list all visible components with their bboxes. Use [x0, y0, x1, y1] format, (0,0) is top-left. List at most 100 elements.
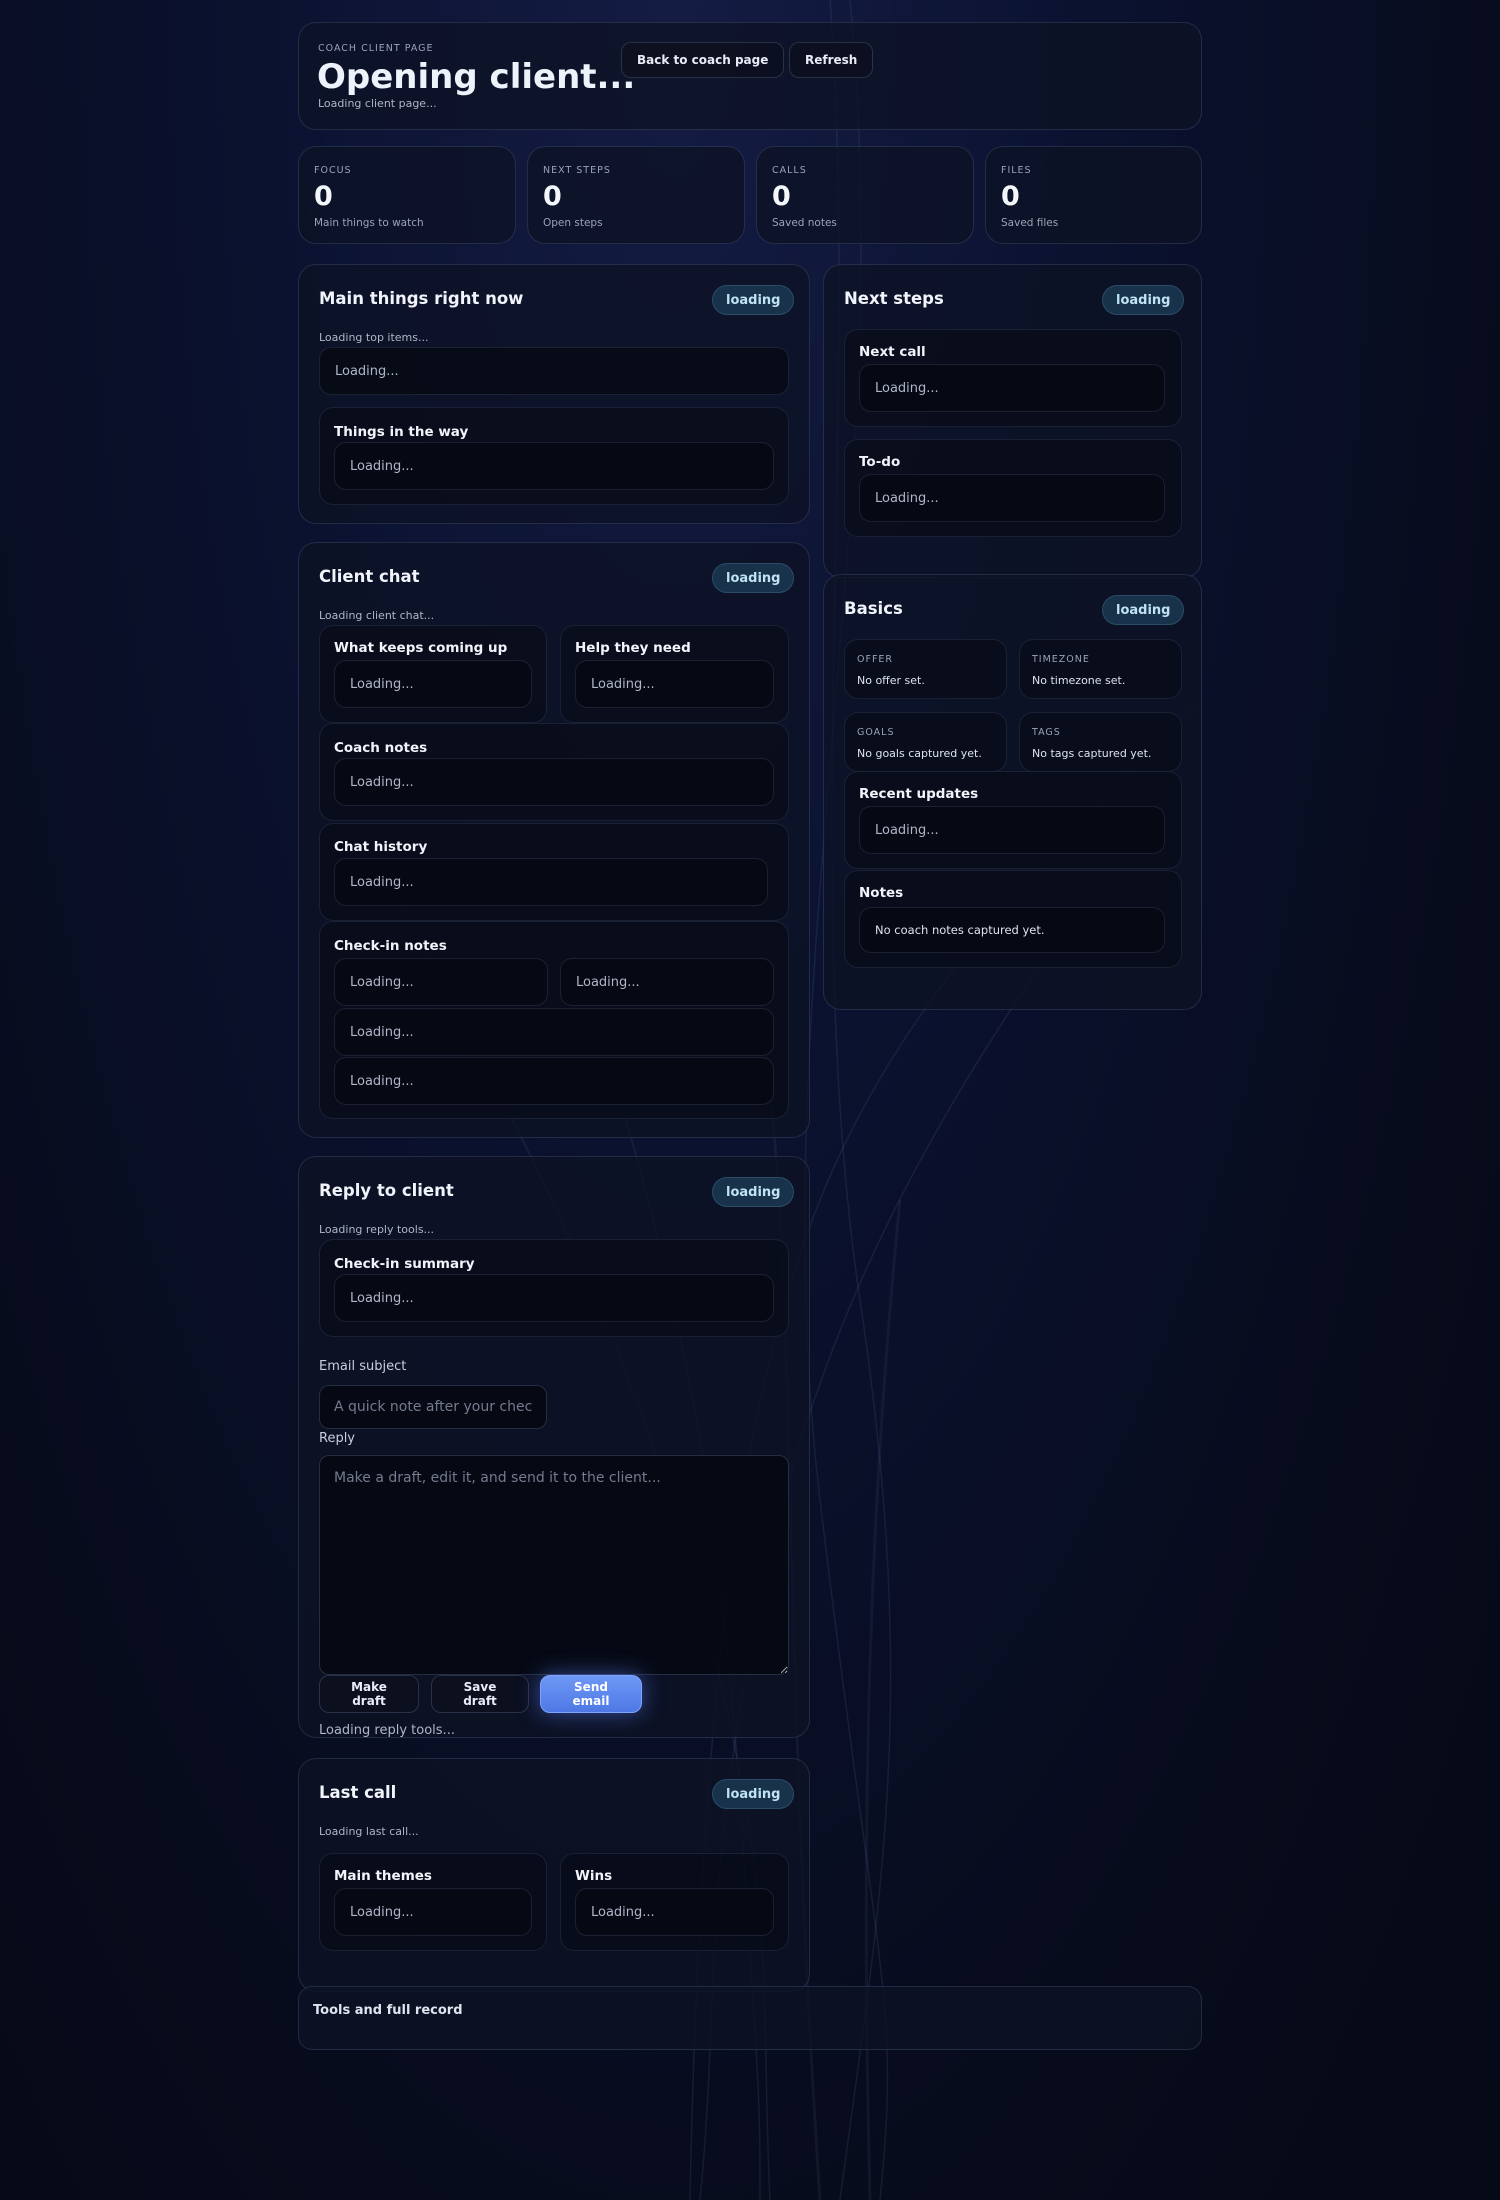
- checkin-summary-section: Check-in summary Loading...: [319, 1239, 789, 1337]
- next-steps-panel: Next steps loading Next call Loading... …: [823, 264, 1202, 578]
- stat-value: 0: [314, 181, 333, 212]
- chat-history-title: Chat history: [334, 839, 428, 855]
- recent-updates-section: Recent updates Loading...: [844, 771, 1182, 869]
- send-email-button[interactable]: Send email: [540, 1675, 642, 1713]
- keeps-coming-up-box: Loading...: [334, 660, 532, 708]
- keeps-coming-up-title: What keeps coming up: [334, 640, 508, 656]
- reply-status: Loading reply tools...: [319, 1223, 435, 1236]
- recent-updates-box: Loading...: [859, 806, 1165, 854]
- coach-notes-title: Coach notes: [334, 740, 428, 756]
- stat-caption: Open steps: [543, 217, 603, 229]
- stat-value: 0: [772, 181, 791, 212]
- checkin-notes-title: Check-in notes: [334, 938, 447, 954]
- goals-label: GOALS: [857, 727, 895, 738]
- status-badge: loading: [712, 285, 795, 315]
- main-themes-title: Main themes: [334, 1868, 432, 1884]
- notes-box: No coach notes captured yet.: [859, 907, 1165, 953]
- recent-updates-title: Recent updates: [859, 786, 979, 802]
- next-call-title: Next call: [859, 344, 926, 360]
- stat-label: NEXT STEPS: [543, 165, 611, 176]
- main-things-status: Loading top items...: [319, 331, 429, 344]
- checkin-summary-box: Loading...: [334, 1274, 774, 1322]
- reply-panel: Reply to client loading Loading reply to…: [298, 1156, 810, 1738]
- stat-value: 0: [1001, 181, 1020, 212]
- reply-textarea[interactable]: [319, 1455, 789, 1675]
- chat-history-box: Loading...: [334, 858, 768, 906]
- main-things-title: Main things right now: [319, 289, 524, 308]
- status-badge: loading: [1102, 595, 1185, 625]
- status-badge: loading: [712, 1779, 795, 1809]
- make-draft-button[interactable]: Make draft: [319, 1675, 419, 1713]
- offer-value: No offer set.: [857, 674, 925, 687]
- tools-full-record-toggle[interactable]: Tools and full record: [298, 1986, 1202, 2050]
- notes-title: Notes: [859, 885, 904, 901]
- page-title: Opening client...: [317, 57, 636, 97]
- last-call-title: Last call: [319, 1783, 397, 1802]
- basics-panel: Basics loading OFFER No offer set. TIMEZ…: [823, 574, 1202, 1010]
- email-subject-label: Email subject: [319, 1359, 407, 1374]
- help-they-need-section: Help they need Loading...: [560, 625, 789, 723]
- stat-card-next-steps: NEXT STEPS 0 Open steps: [527, 146, 745, 244]
- timezone-value: No timezone set.: [1032, 674, 1126, 687]
- wins-box: Loading...: [575, 1888, 774, 1936]
- reply-label: Reply: [319, 1431, 356, 1446]
- email-subject-input[interactable]: [319, 1385, 547, 1429]
- stat-card-focus: FOCUS 0 Main things to watch: [298, 146, 516, 244]
- goals-card: GOALS No goals captured yet.: [844, 712, 1007, 772]
- coach-notes-section: Coach notes Loading...: [319, 723, 789, 821]
- offer-card: OFFER No offer set.: [844, 639, 1007, 699]
- client-chat-status: Loading client chat...: [319, 609, 435, 622]
- checkin-note-box: Loading...: [560, 958, 774, 1006]
- todo-title: To-do: [859, 454, 901, 470]
- back-to-coach-button[interactable]: Back to coach page: [621, 42, 785, 78]
- stat-caption: Main things to watch: [314, 217, 424, 229]
- page-kicker: COACH CLIENT PAGE: [318, 43, 434, 54]
- tags-label: TAGS: [1032, 727, 1061, 738]
- coach-notes-box: Loading...: [334, 758, 774, 806]
- stat-card-files: FILES 0 Saved files: [985, 146, 1202, 244]
- basics-title: Basics: [844, 599, 903, 618]
- main-themes-section: Main themes Loading...: [319, 1853, 547, 1951]
- save-draft-button[interactable]: Save draft: [431, 1675, 529, 1713]
- blockers-section: Things in the way Loading...: [319, 407, 789, 505]
- wins-section: Wins Loading...: [560, 1853, 789, 1951]
- client-chat-panel: Client chat loading Loading client chat.…: [298, 542, 810, 1138]
- next-steps-title: Next steps: [844, 289, 944, 308]
- timezone-label: TIMEZONE: [1032, 654, 1090, 665]
- stat-label: FOCUS: [314, 165, 352, 176]
- checkin-note-box: Loading...: [334, 958, 548, 1006]
- status-badge: loading: [712, 563, 795, 593]
- blockers-title: Things in the way: [334, 424, 469, 440]
- notes-section: Notes No coach notes captured yet.: [844, 870, 1182, 968]
- tags-card: TAGS No tags captured yet.: [1019, 712, 1182, 772]
- goals-value: No goals captured yet.: [857, 747, 982, 760]
- wins-title: Wins: [575, 1868, 613, 1884]
- last-call-panel: Last call loading Loading last call... M…: [298, 1758, 810, 1992]
- top-items-box: Loading...: [319, 347, 789, 395]
- stat-caption: Saved notes: [772, 217, 837, 229]
- reply-title: Reply to client: [319, 1181, 454, 1200]
- stat-label: CALLS: [772, 165, 807, 176]
- tags-value: No tags captured yet.: [1032, 747, 1152, 760]
- timezone-card: TIMEZONE No timezone set.: [1019, 639, 1182, 699]
- offer-label: OFFER: [857, 654, 894, 665]
- reply-footer-status: Loading reply tools...: [319, 1723, 455, 1738]
- status-badge: loading: [712, 1177, 795, 1207]
- checkin-notes-section: Check-in notes Loading... Loading... Loa…: [319, 921, 789, 1119]
- checkin-note-box: Loading...: [334, 1057, 774, 1105]
- refresh-button[interactable]: Refresh: [789, 42, 874, 78]
- stat-value: 0: [543, 181, 562, 212]
- stat-label: FILES: [1001, 165, 1032, 176]
- todo-box: Loading...: [859, 474, 1165, 522]
- client-chat-title: Client chat: [319, 567, 420, 586]
- last-call-status: Loading last call...: [319, 1825, 419, 1838]
- checkin-note-box: Loading...: [334, 1008, 774, 1056]
- page-header: COACH CLIENT PAGE Opening client... Load…: [298, 22, 1202, 130]
- main-things-panel: Main things right now loading Loading to…: [298, 264, 810, 524]
- chat-history-section: Chat history Loading...: [319, 823, 789, 921]
- status-badge: loading: [1102, 285, 1185, 315]
- next-call-section: Next call Loading...: [844, 329, 1182, 427]
- help-they-need-box: Loading...: [575, 660, 774, 708]
- main-themes-box: Loading...: [334, 1888, 532, 1936]
- stat-card-calls: CALLS 0 Saved notes: [756, 146, 974, 244]
